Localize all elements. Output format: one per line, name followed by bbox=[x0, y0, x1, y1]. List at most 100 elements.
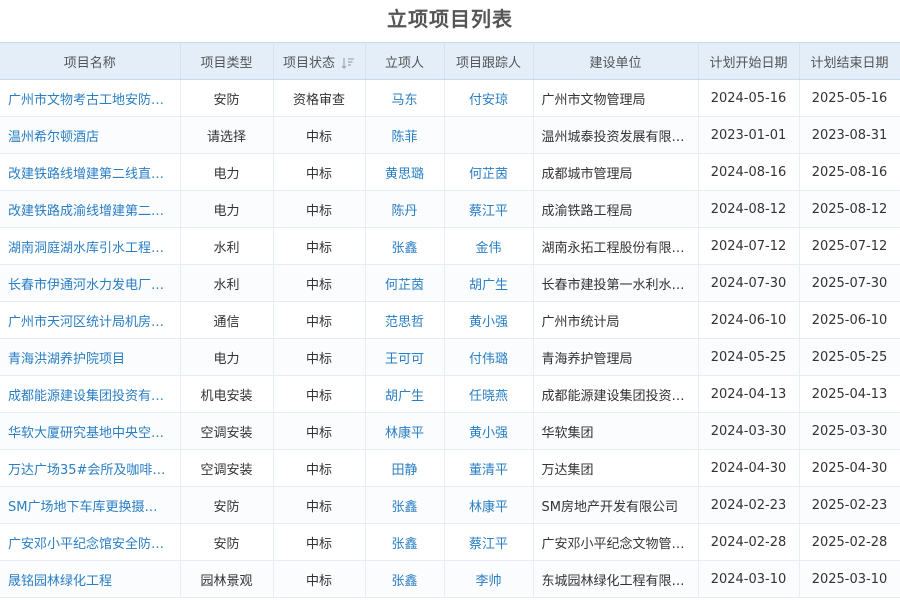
project-table: 项目名称 项目类型 项目状态 立项人 项目跟踪人 建设单位 计划开始日期 计划结… bbox=[0, 42, 900, 598]
table-row[interactable]: 成都能源建设集团投资有… 机电安装 中标 胡广生 任晓燕 成都能源建设集团投资… 2024-… bbox=[0, 375, 900, 413]
project-type-cell: 电力 bbox=[180, 190, 274, 228]
column-header-creator[interactable]: 立项人 bbox=[365, 42, 445, 80]
creator-link[interactable]: 何芷茵 bbox=[365, 264, 445, 302]
creator-link[interactable]: 田静 bbox=[365, 449, 445, 487]
end-date-cell: 2025-03-30 bbox=[799, 412, 900, 450]
creator-link[interactable]: 林康平 bbox=[365, 412, 445, 450]
project-name-link[interactable]: 改建铁路成渝线增建第二… bbox=[0, 190, 181, 228]
creator-link[interactable]: 张鑫 bbox=[365, 227, 445, 265]
project-type-cell: 安防 bbox=[180, 79, 274, 117]
tracker-link[interactable]: 任晓燕 bbox=[444, 375, 534, 413]
project-name-link[interactable]: 广州市文物考古工地安防… bbox=[0, 79, 181, 117]
table-row[interactable]: 湖南洞庭湖水库引水工程… 水利 中标 张鑫 金伟 湖南永拓工程股份有限… 2024-07-1… bbox=[0, 227, 900, 265]
column-header-tracker[interactable]: 项目跟踪人 bbox=[444, 42, 534, 80]
project-status-cell: 中标 bbox=[273, 523, 366, 561]
page-title: 立项项目列表 bbox=[387, 7, 513, 31]
start-date-cell: 2024-08-16 bbox=[698, 153, 800, 191]
project-status-cell: 中标 bbox=[273, 190, 366, 228]
tracker-link[interactable]: 胡广生 bbox=[444, 264, 534, 302]
sort-icon[interactable] bbox=[341, 57, 355, 69]
column-header-end-date[interactable]: 计划结束日期 bbox=[799, 42, 900, 80]
end-date-cell: 2025-02-28 bbox=[799, 523, 900, 561]
project-status-cell: 中标 bbox=[273, 375, 366, 413]
tracker-link[interactable]: 黄小强 bbox=[444, 412, 534, 450]
project-status-cell: 中标 bbox=[273, 227, 366, 265]
tracker-link[interactable]: 何芷茵 bbox=[444, 153, 534, 191]
table-row[interactable]: 广州市文物考古工地安防… 安防 资格审查 马东 付安琼 广州市文物管理局 2024-05-1… bbox=[0, 79, 900, 117]
table-row[interactable]: 万达广场35#会所及咖啡… 空调安装 中标 田静 董清平 万达集团 2024-04-30 20… bbox=[0, 449, 900, 487]
table-row[interactable]: 长春市伊通河水力发电厂… 水利 中标 何芷茵 胡广生 长春市建投第一水利水… 2024-07… bbox=[0, 264, 900, 302]
construction-unit-cell: 广州市文物管理局 bbox=[533, 79, 699, 117]
creator-link[interactable]: 陈菲 bbox=[365, 116, 445, 154]
project-type-cell: 通信 bbox=[180, 301, 274, 339]
creator-link[interactable]: 胡广生 bbox=[365, 375, 445, 413]
project-type-cell: 电力 bbox=[180, 153, 274, 191]
construction-unit-cell: 东城园林绿化工程有限… bbox=[533, 560, 699, 598]
creator-link[interactable]: 黄思璐 bbox=[365, 153, 445, 191]
end-date-cell: 2025-03-10 bbox=[799, 560, 900, 598]
project-name-link[interactable]: 改建铁路线增建第二线直… bbox=[0, 153, 181, 191]
tracker-link[interactable] bbox=[444, 116, 534, 154]
project-name-link[interactable]: 广州市天河区统计局机房… bbox=[0, 301, 181, 339]
construction-unit-cell: 成都能源建设集团投资… bbox=[533, 375, 699, 413]
column-header-project-name[interactable]: 项目名称 bbox=[0, 42, 181, 80]
table-row[interactable]: 改建铁路线增建第二线直… 电力 中标 黄思璐 何芷茵 成都城市管理局 2024-08-16 2… bbox=[0, 153, 900, 191]
tracker-link[interactable]: 李帅 bbox=[444, 560, 534, 598]
project-name-link[interactable]: 成都能源建设集团投资有… bbox=[0, 375, 181, 413]
start-date-cell: 2024-03-10 bbox=[698, 560, 800, 598]
tracker-link[interactable]: 蔡江平 bbox=[444, 523, 534, 561]
project-status-cell: 中标 bbox=[273, 560, 366, 598]
creator-link[interactable]: 马东 bbox=[365, 79, 445, 117]
project-name-link[interactable]: 长春市伊通河水力发电厂… bbox=[0, 264, 181, 302]
creator-link[interactable]: 张鑫 bbox=[365, 523, 445, 561]
table-row[interactable]: SM广场地下车库更换摄… 安防 中标 张鑫 林康平 SM房地产开发有限公司 2024-02-… bbox=[0, 486, 900, 524]
construction-unit-cell: 万达集团 bbox=[533, 449, 699, 487]
tracker-link[interactable]: 付安琼 bbox=[444, 79, 534, 117]
tracker-link[interactable]: 付伟璐 bbox=[444, 338, 534, 376]
end-date-cell: 2025-04-13 bbox=[799, 375, 900, 413]
project-type-cell: 机电安装 bbox=[180, 375, 274, 413]
end-date-cell: 2025-06-10 bbox=[799, 301, 900, 339]
table-row[interactable]: 晟铭园林绿化工程 园林景观 中标 张鑫 李帅 东城园林绿化工程有限… 2024-03-10 2… bbox=[0, 560, 900, 598]
column-header-start-date[interactable]: 计划开始日期 bbox=[698, 42, 800, 80]
table-row[interactable]: 温州希尔顿酒店 请选择 中标 陈菲 温州城泰投资发展有限… 2023-01-01 2023-… bbox=[0, 116, 900, 154]
column-header-project-type[interactable]: 项目类型 bbox=[180, 42, 274, 80]
project-name-link[interactable]: 湖南洞庭湖水库引水工程… bbox=[0, 227, 181, 265]
project-name-link[interactable]: 青海洪湖养护院项目 bbox=[0, 338, 181, 376]
tracker-link[interactable]: 黄小强 bbox=[444, 301, 534, 339]
project-name-link[interactable]: 广安邓小平纪念馆安全防… bbox=[0, 523, 181, 561]
creator-link[interactable]: 范思哲 bbox=[365, 301, 445, 339]
construction-unit-cell: 华软集团 bbox=[533, 412, 699, 450]
project-status-cell: 中标 bbox=[273, 116, 366, 154]
project-name-link[interactable]: 温州希尔顿酒店 bbox=[0, 116, 181, 154]
tracker-link[interactable]: 蔡江平 bbox=[444, 190, 534, 228]
tracker-link[interactable]: 金伟 bbox=[444, 227, 534, 265]
table-row[interactable]: 广安邓小平纪念馆安全防… 安防 中标 张鑫 蔡江平 广安邓小平纪念文物管… 2024-02-… bbox=[0, 523, 900, 561]
column-header-project-status[interactable]: 项目状态 bbox=[273, 42, 366, 80]
table-row[interactable]: 广州市天河区统计局机房… 通信 中标 范思哲 黄小强 广州市统计局 2024-06-10 20… bbox=[0, 301, 900, 339]
construction-unit-cell: 青海养护管理局 bbox=[533, 338, 699, 376]
project-name-link[interactable]: 晟铭园林绿化工程 bbox=[0, 560, 181, 598]
project-type-cell: 请选择 bbox=[180, 116, 274, 154]
project-name-link[interactable]: 万达广场35#会所及咖啡… bbox=[0, 449, 181, 487]
creator-link[interactable]: 陈丹 bbox=[365, 190, 445, 228]
construction-unit-cell: 广州市统计局 bbox=[533, 301, 699, 339]
table-row[interactable]: 青海洪湖养护院项目 电力 中标 王可可 付伟璐 青海养护管理局 2024-05-25 2025… bbox=[0, 338, 900, 376]
column-header-label: 项目状态 bbox=[282, 55, 335, 71]
project-name-link[interactable]: 华软大厦研究基地中央空… bbox=[0, 412, 181, 450]
creator-link[interactable]: 张鑫 bbox=[365, 486, 445, 524]
project-status-cell: 资格审查 bbox=[273, 79, 366, 117]
creator-link[interactable]: 张鑫 bbox=[365, 560, 445, 598]
tracker-link[interactable]: 董清平 bbox=[444, 449, 534, 487]
construction-unit-cell: 成渝铁路工程局 bbox=[533, 190, 699, 228]
construction-unit-cell: 成都城市管理局 bbox=[533, 153, 699, 191]
table-row[interactable]: 改建铁路成渝线增建第二… 电力 中标 陈丹 蔡江平 成渝铁路工程局 2024-08-12 20… bbox=[0, 190, 900, 228]
project-type-cell: 安防 bbox=[180, 486, 274, 524]
table-body: 广州市文物考古工地安防… 安防 资格审查 马东 付安琼 广州市文物管理局 2024-05-1… bbox=[0, 79, 900, 598]
column-header-construction-unit[interactable]: 建设单位 bbox=[533, 42, 699, 80]
construction-unit-cell: SM房地产开发有限公司 bbox=[533, 486, 699, 524]
project-name-link[interactable]: SM广场地下车库更换摄… bbox=[0, 486, 181, 524]
table-row[interactable]: 华软大厦研究基地中央空… 空调安装 中标 林康平 黄小强 华软集团 2024-03-30 20… bbox=[0, 412, 900, 450]
creator-link[interactable]: 王可可 bbox=[365, 338, 445, 376]
tracker-link[interactable]: 林康平 bbox=[444, 486, 534, 524]
